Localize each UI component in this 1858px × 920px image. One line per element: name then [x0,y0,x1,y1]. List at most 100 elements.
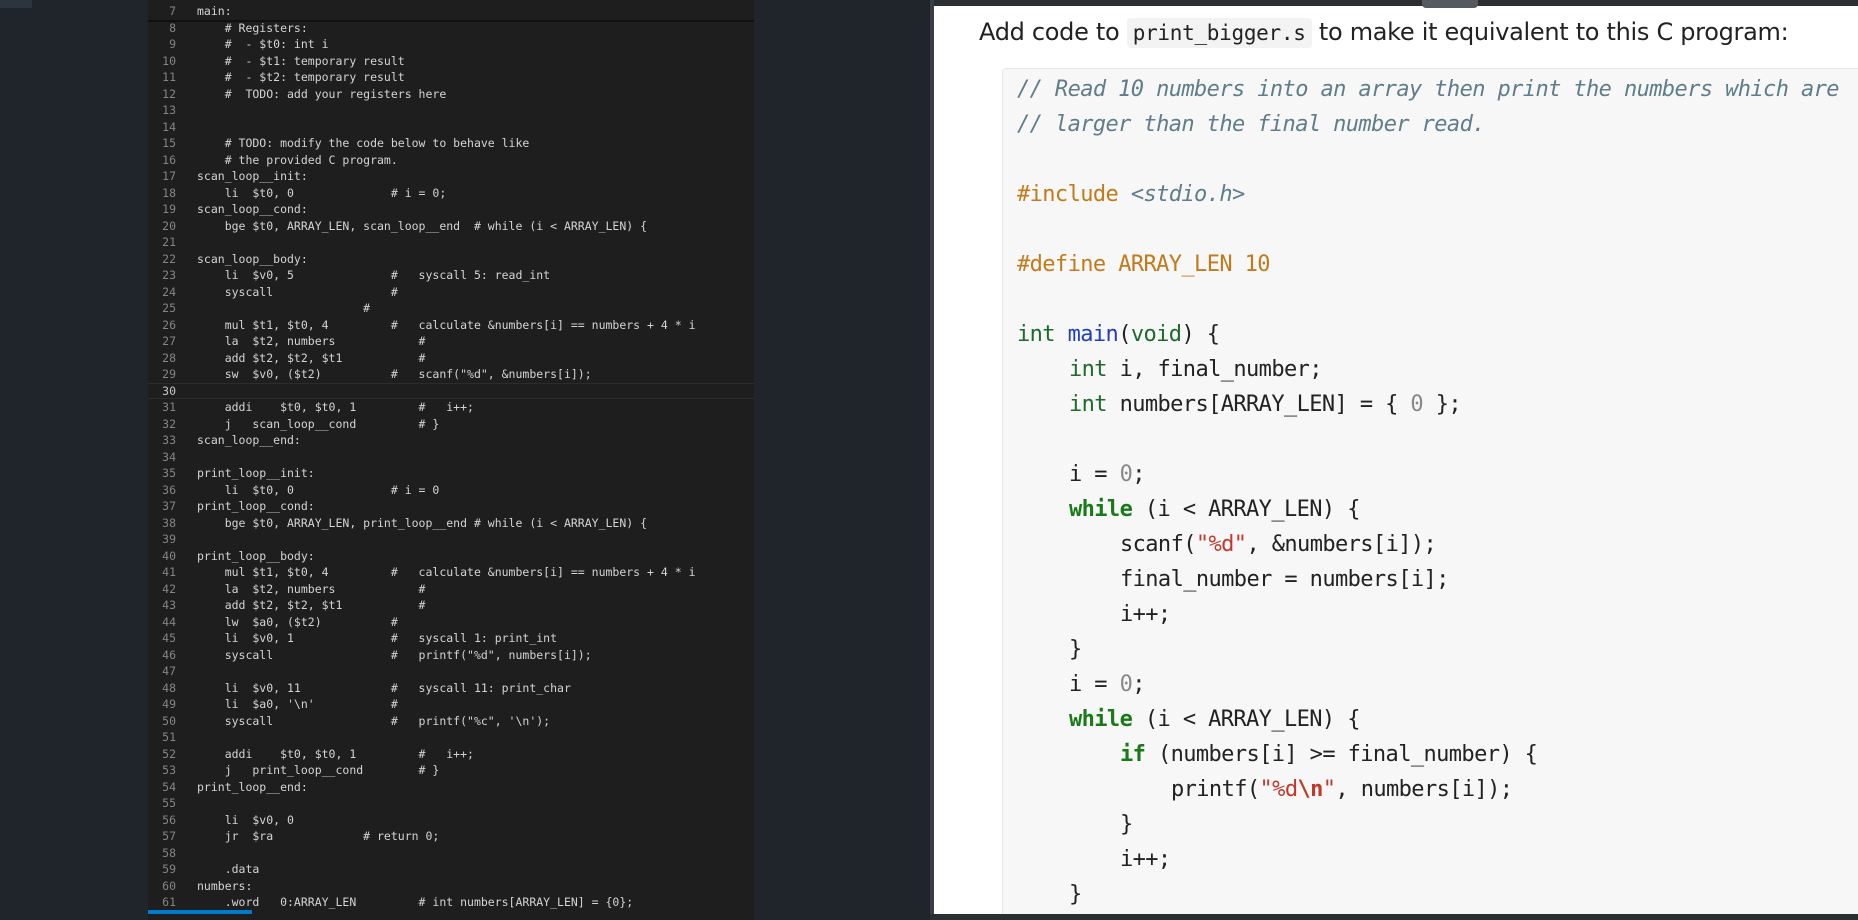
code-line[interactable]: 46 syscall # printf("%d", numbers[i]); [148,647,754,664]
code-line[interactable]: 43 add $t2, $t2, $t1 # [148,597,754,614]
code-line[interactable]: 14 [148,119,754,136]
c-escape: \n [1297,777,1323,802]
code-line[interactable]: 16 # the provided C program. [148,152,754,169]
line-number: 37 [162,499,176,513]
c-text: , numbers[i]); [1335,777,1513,802]
c-line-decl2: int numbers[ARRAY_LEN] = { 0 }; [1069,392,1462,417]
code-line[interactable]: 10 # - $t1: temporary result [148,53,754,70]
code-line[interactable]: 59 .data [148,861,754,878]
code-line[interactable]: 28 add $t2, $t2, $t1 # [148,350,754,367]
c-include-header: <stdio.h> [1130,182,1245,207]
line-number: 16 [162,152,176,167]
code-line[interactable]: 23 li $v0, 5 # syscall 5: read_int [148,267,754,284]
line-number: 28 [162,350,176,365]
c-text: ) { [1181,322,1220,347]
code-line[interactable]: 47 [148,663,754,680]
code-line[interactable]: 19 scan_loop__cond: [148,201,754,218]
code-line[interactable]: 11 # - $t2: temporary result [148,69,754,86]
code-line[interactable]: 12 # TODO: add your registers here [148,86,754,103]
code-line[interactable]: 7 main: [148,3,754,20]
line-text: # the provided C program. [197,152,398,167]
code-line[interactable]: 17 scan_loop__init: [148,168,754,185]
line-text: li $v0, 1 # syscall 1: print_int [197,631,558,645]
code-line[interactable]: 53 j print_loop__cond # } [148,762,754,779]
c-line-comment2: // larger than the final number read. [1017,112,1485,137]
code-line[interactable]: 40 print_loop__body: [148,548,754,565]
line-text: .word 0:ARRAY_LEN # int numbers[ARRAY_LE… [197,895,634,909]
line-number: 36 [162,482,176,497]
code-line[interactable]: 55 [148,795,754,812]
code-line[interactable]: 20 bge $t0, ARRAY_LEN, scan_loop__end # … [148,218,754,235]
code-line[interactable]: 58 [148,845,754,862]
panel-tab-handle[interactable] [1422,0,1478,8]
line-number: 60 [162,878,176,893]
line-text: bge $t0, ARRAY_LEN, scan_loop__end # whi… [197,218,648,233]
line-number: 49 [162,697,176,711]
code-line[interactable]: 33 scan_loop__end: [148,432,754,449]
code-line[interactable]: 38 bge $t0, ARRAY_LEN, print_loop__end #… [148,515,754,532]
filename-code: print_bigger.s [1126,18,1312,48]
code-line[interactable]: 9 # - $t0: int i [148,36,754,53]
code-line[interactable]: 54 print_loop__end: [148,779,754,796]
activity-gutter [0,0,148,920]
code-line[interactable]: 15 # TODO: modify the code below to beha… [148,135,754,152]
code-line[interactable]: 44 lw $a0, ($t2) # [148,614,754,631]
code-line[interactable]: 42 la $t2, numbers # [148,581,754,598]
code-line[interactable]: 18 li $t0, 0 # i = 0; [148,185,754,202]
code-line[interactable]: 22 scan_loop__body: [148,251,754,268]
line-text: j scan_loop__cond # } [197,416,440,431]
code-line[interactable]: 30 [148,383,754,400]
code-line[interactable]: 52 addi $t0, $t0, 1 # i++; [148,746,754,763]
code-line[interactable]: 21 [148,234,754,251]
code-line[interactable]: 57 jr $ra # return 0; [148,828,754,845]
line-text: scan_loop__end: [197,433,301,447]
code-line[interactable]: 25 # [148,300,754,317]
line-text: print_loop__body: [197,548,315,563]
code-line[interactable]: 61 .word 0:ARRAY_LEN # int numbers[ARRAY… [148,894,754,911]
code-pane[interactable]: 7 main: 8 # Registers: 9 # - $t0: int i 10 #… [148,0,754,920]
line-text: main: [197,4,232,18]
line-number: 23 [162,268,176,282]
code-line[interactable]: 13 [148,102,754,119]
c-line-include: #include <stdio.h> [1017,182,1245,207]
c-paren: ( [1118,322,1131,347]
code-line[interactable]: 56 li $v0, 0 [148,812,754,829]
c-string: " [1322,777,1336,802]
code-line[interactable]: 31 addi $t0, $t0, 1 # i++; [148,399,754,416]
code-line[interactable]: 48 li $v0, 11 # syscall 11: print_char [148,680,754,697]
c-comment: // larger than the final number read. [1017,112,1485,137]
code-line[interactable]: 27 la $t2, numbers # [148,333,754,350]
code-line[interactable]: 37 print_loop__cond: [148,498,754,515]
code-line[interactable]: 29 sw $v0, ($t2) # scanf("%d", &numbers[… [148,366,754,383]
c-text: (i < ARRAY_LEN) { [1132,707,1361,732]
c-text: (numbers[i] >= final_number) { [1145,742,1538,767]
code-line[interactable]: 36 li $t0, 0 # i = 0 [148,482,754,499]
code-line[interactable]: 60 numbers: [148,878,754,895]
line-number: 9 [169,37,176,51]
code-line[interactable]: 26 mul $t1, $t0, 4 # calculate &numbers[… [148,317,754,334]
line-number: 46 [162,647,176,662]
code-line[interactable]: 34 [148,449,754,466]
code-line[interactable]: 49 li $a0, '\n' # [148,696,754,713]
code-line[interactable]: 39 [148,531,754,548]
c-type: int [1069,357,1108,382]
code-line[interactable]: 51 [148,729,754,746]
horizontal-scrollbar[interactable] [148,910,252,914]
line-number: 18 [162,185,176,200]
code-line[interactable]: 35 print_loop__init: [148,465,754,482]
c-text: ; [1132,672,1145,697]
code-line[interactable]: 50 syscall # printf("%c", '\n'); [148,713,754,730]
line-text: bge $t0, ARRAY_LEN, print_loop__end # wh… [197,515,648,530]
code-line[interactable]: 24 syscall # [148,284,754,301]
code-line[interactable]: 32 j scan_loop__cond # } [148,416,754,433]
line-number: 29 [162,367,176,381]
line-text: j print_loop__cond # } [197,763,440,777]
line-number: 34 [162,449,176,464]
c-text: ; [1132,462,1145,487]
line-number: 39 [162,532,176,546]
code-line[interactable]: 45 li $v0, 1 # syscall 1: print_int [148,630,754,647]
line-number: 26 [162,317,176,332]
c-line-printf: printf("%d\n", numbers[i]); [1171,777,1513,802]
c-text: i = [1069,462,1120,487]
code-line[interactable]: 41 mul $t1, $t0, 4 # calculate &numbers[… [148,564,754,581]
